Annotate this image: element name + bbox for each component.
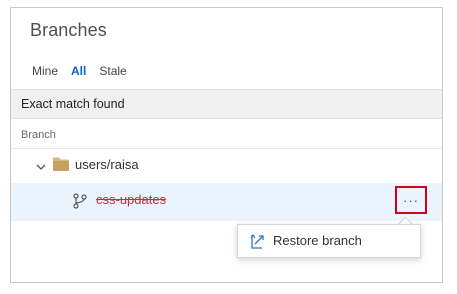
branch-filter-tabs: Mine All Stale bbox=[32, 64, 140, 78]
branch-row-css-updates[interactable]: css-updates ··· bbox=[11, 183, 442, 221]
deleted-branch-name[interactable]: css-updates bbox=[96, 192, 166, 207]
search-result-banner: Exact match found bbox=[11, 89, 442, 119]
restore-icon bbox=[250, 233, 264, 249]
chevron-down-icon[interactable] bbox=[35, 161, 47, 173]
restore-branch-menu-item[interactable]: Restore branch bbox=[238, 225, 420, 257]
tab-mine[interactable]: Mine bbox=[32, 64, 58, 78]
tab-stale[interactable]: Stale bbox=[99, 64, 126, 78]
tab-all[interactable]: All bbox=[71, 64, 86, 78]
context-menu: Restore branch bbox=[237, 224, 421, 258]
branch-column-header: Branch bbox=[21, 129, 56, 141]
more-actions-button[interactable]: ··· bbox=[395, 186, 427, 214]
restore-branch-label: Restore branch bbox=[273, 233, 362, 248]
folder-icon bbox=[53, 157, 69, 171]
folder-name: users/raisa bbox=[75, 157, 139, 172]
more-icon: ··· bbox=[403, 193, 419, 208]
branch-icon bbox=[73, 193, 87, 209]
folder-row-users-raisa[interactable]: users/raisa bbox=[11, 149, 442, 187]
banner-text: Exact match found bbox=[21, 97, 125, 111]
page-title: Branches bbox=[30, 20, 107, 40]
